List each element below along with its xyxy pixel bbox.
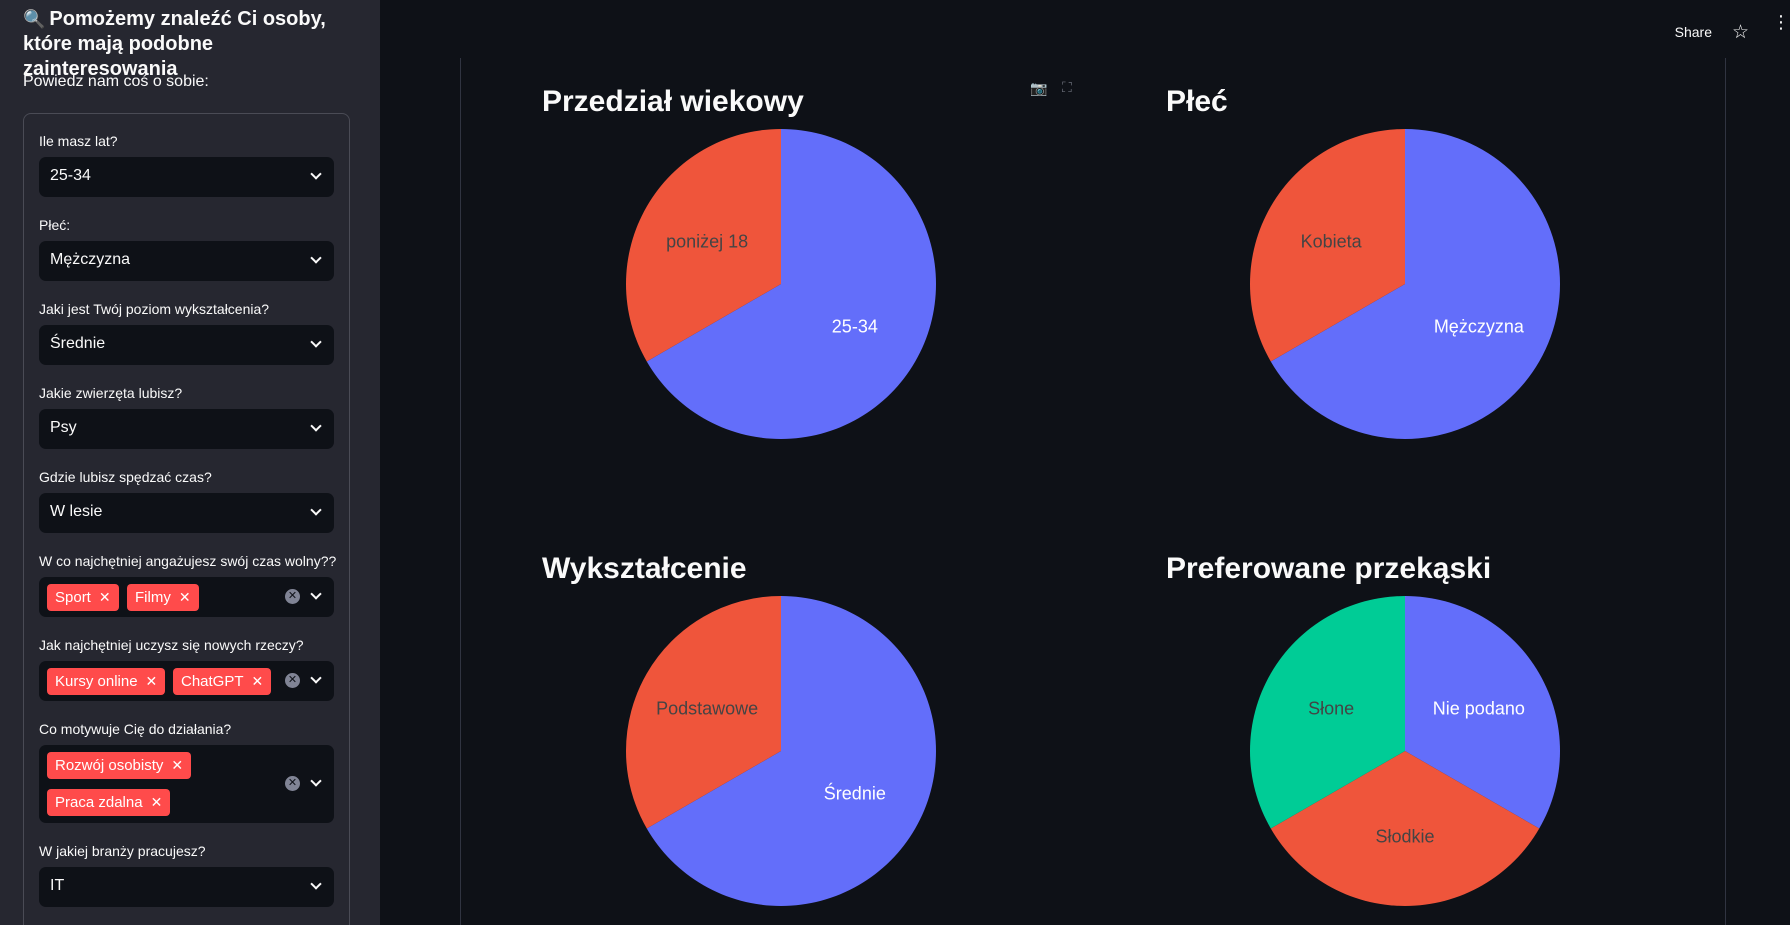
pie-slice-label: Nie podano xyxy=(1433,698,1525,718)
pie-slice-label: poniżej 18 xyxy=(666,231,748,251)
charts-svg: 25-34 poniżej 18 Mężczyzna Kobieta Średnie Po… xyxy=(625,129,1561,906)
pie-slice-label: Słone xyxy=(1308,698,1354,718)
pie-slice-label: Kobieta xyxy=(1301,231,1363,251)
pie-slice-label: Podstawowe xyxy=(656,698,758,718)
pie-slice-label: Słodkie xyxy=(1375,826,1434,846)
pie-slice-label: 25-34 xyxy=(832,317,878,337)
pie-slice-label: Średnie xyxy=(824,783,886,804)
pie-slice-label: Mężczyzna xyxy=(1434,317,1525,337)
